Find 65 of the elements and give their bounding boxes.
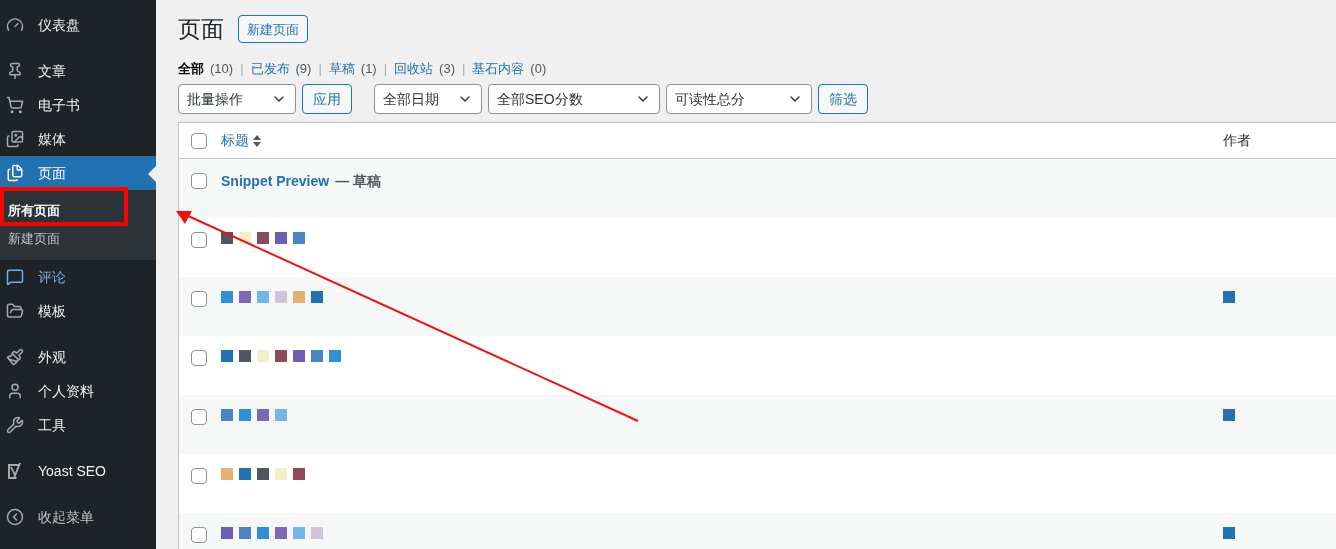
menu-item[interactable]: 模板 bbox=[0, 294, 156, 328]
menu-item[interactable]: 工具 bbox=[0, 408, 156, 442]
mosaic-drawing bbox=[1223, 291, 1235, 303]
add-page-button[interactable]: 新建页面 bbox=[238, 15, 308, 44]
filter-button[interactable]: 筛选 bbox=[818, 84, 868, 114]
mosaic-drawing bbox=[1223, 409, 1235, 421]
checkbox[interactable] bbox=[191, 232, 207, 248]
pages-icon bbox=[6, 164, 24, 182]
separator: | bbox=[383, 59, 388, 78]
separator: | bbox=[318, 59, 322, 78]
mosaic-drawing bbox=[1223, 527, 1235, 539]
count: (10) bbox=[210, 59, 234, 78]
submenu-item[interactable]: 新建页面 bbox=[0, 225, 156, 253]
count: (9) bbox=[295, 59, 312, 78]
apply-button[interactable]: 应用 bbox=[302, 84, 352, 114]
user-icon bbox=[6, 382, 24, 400]
menu-item[interactable]: 电子书 bbox=[0, 88, 156, 122]
status-filter-link[interactable]: 基石内容 bbox=[472, 58, 525, 78]
bulk-action-select[interactable]: 批量操作 bbox=[178, 84, 296, 114]
checkbox[interactable] bbox=[191, 409, 207, 425]
separator: | bbox=[461, 59, 466, 78]
checkbox[interactable] bbox=[191, 173, 207, 189]
checkbox[interactable] bbox=[191, 350, 207, 366]
count: (1) bbox=[360, 59, 377, 78]
column-header: 作者 bbox=[1223, 131, 1252, 150]
menu-item[interactable]: 外观 bbox=[0, 340, 156, 374]
menu-item[interactable]: 评论 bbox=[0, 260, 156, 294]
count: (3) bbox=[439, 59, 455, 78]
status-filter-link[interactable]: 草稿 bbox=[328, 58, 355, 78]
seo-score-select[interactable]: 全部SEO分数 bbox=[488, 84, 660, 114]
page-title: 页面 bbox=[178, 15, 224, 44]
menu-item[interactable]: 页面 bbox=[0, 156, 156, 190]
checkbox[interactable] bbox=[191, 468, 207, 484]
images-icon bbox=[6, 130, 24, 148]
status-filter-link[interactable]: 全部 bbox=[178, 58, 204, 78]
page-title-link[interactable]: Snippet Preview bbox=[221, 171, 330, 192]
checkbox[interactable] bbox=[191, 132, 207, 149]
menu-item[interactable]: 仪表盘 bbox=[0, 8, 156, 42]
checkbox[interactable] bbox=[191, 291, 207, 307]
readability-select[interactable]: 可读性总分 bbox=[666, 84, 812, 114]
status-filter-link[interactable]: 回收站 bbox=[394, 58, 434, 78]
menu-item[interactable]: 个人资料 bbox=[0, 374, 156, 408]
separator: | bbox=[240, 59, 244, 78]
wrench-icon bbox=[6, 416, 24, 434]
status-label: — 草稿 bbox=[335, 172, 382, 191]
brush-icon bbox=[6, 348, 24, 366]
current-pointer bbox=[148, 166, 156, 182]
menu-item[interactable]: 收起菜单 bbox=[0, 500, 156, 534]
collapse-icon bbox=[6, 508, 24, 526]
comment-icon bbox=[6, 268, 24, 286]
menu-item[interactable]: 文章 bbox=[0, 54, 156, 88]
status-filter-link[interactable]: 已发布 bbox=[250, 58, 290, 78]
submenu-item[interactable]: 所有页面 bbox=[0, 197, 156, 225]
gauge-icon bbox=[6, 16, 24, 34]
folder-icon bbox=[6, 302, 24, 320]
date-select[interactable]: 全部日期 bbox=[374, 84, 482, 114]
mosaic-drawing bbox=[221, 409, 287, 421]
count: (0) bbox=[530, 59, 547, 78]
menu-item[interactable]: Yoast SEO bbox=[0, 454, 156, 488]
checkbox[interactable] bbox=[191, 527, 207, 543]
menu-item[interactable]: 媒体 bbox=[0, 122, 156, 156]
sort-icon[interactable] bbox=[253, 134, 261, 147]
pin-icon bbox=[6, 62, 24, 80]
cart-icon bbox=[6, 96, 24, 114]
column-header[interactable]: 标题 bbox=[221, 130, 249, 151]
